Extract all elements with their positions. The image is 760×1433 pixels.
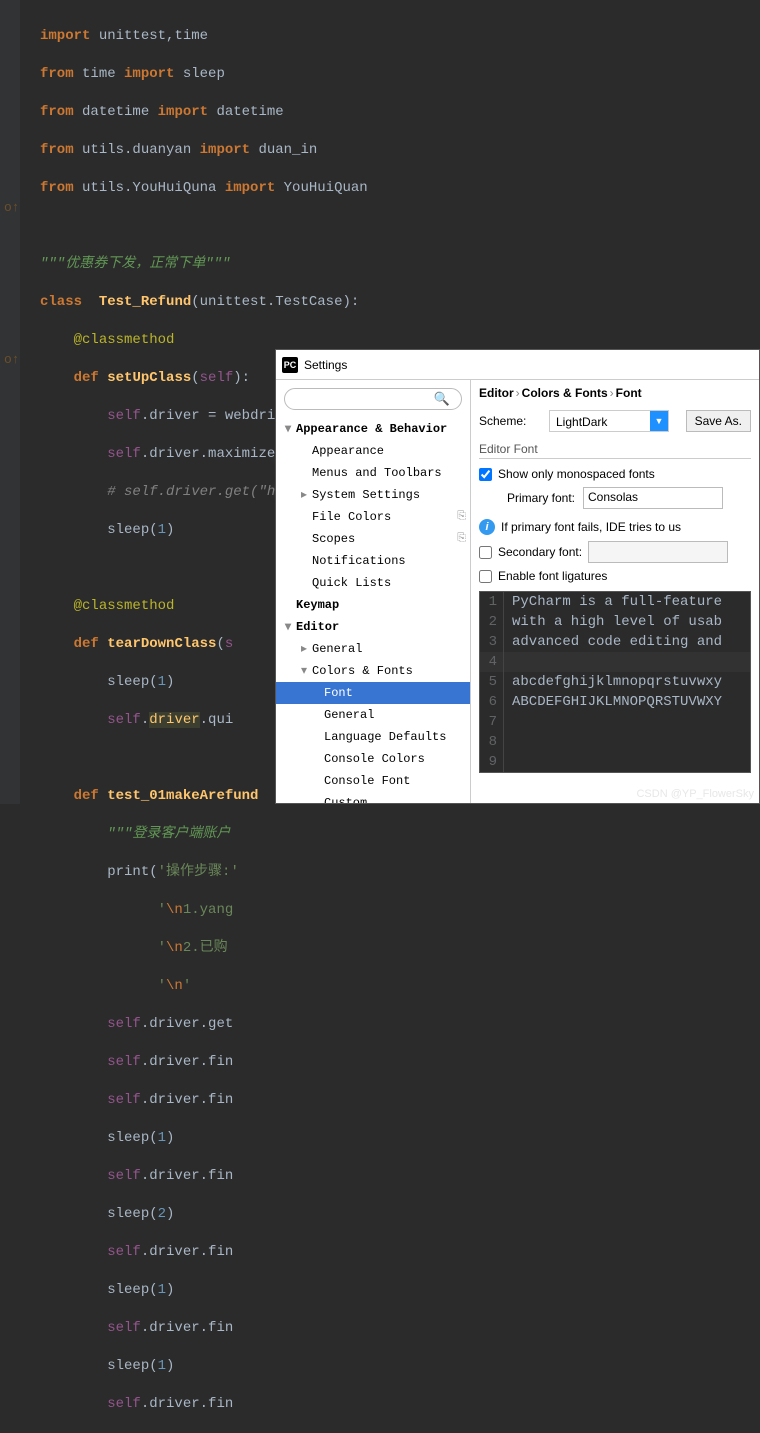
tree-item-console-colors[interactable]: Console Colors — [276, 748, 470, 770]
copy-icon: ⎘ — [457, 506, 466, 528]
preview-line — [504, 732, 512, 752]
dialog-titlebar[interactable]: PC Settings — [276, 350, 759, 380]
preview-line-number: 3 — [480, 632, 504, 652]
primary-font-field[interactable]: Consolas — [583, 487, 723, 509]
preview-line-number: 9 — [480, 752, 504, 772]
font-preview[interactable]: 1PyCharm is a full-feature2with a high l… — [479, 591, 751, 773]
chevron-icon: ▾ — [280, 418, 296, 440]
scheme-select[interactable]: LightDark▼ — [549, 410, 669, 432]
tree-item-file-colors[interactable]: File Colors⎘ — [276, 506, 470, 528]
chevron-icon: ▸ — [296, 484, 312, 506]
tree-item-custom[interactable]: Custom — [276, 792, 470, 803]
chevron-icon: ▾ — [296, 660, 312, 682]
preview-line-number: 1 — [480, 592, 504, 612]
info-icon: i — [479, 519, 495, 535]
secondary-font-field[interactable] — [588, 541, 728, 563]
tree-item-menus-and-toolbars[interactable]: Menus and Toolbars — [276, 462, 470, 484]
tree-item-appearance[interactable]: Appearance — [276, 440, 470, 462]
preview-line: ABCDEFGHIJKLMNOPQRSTUVWXY — [504, 692, 722, 712]
settings-tree: ▾Appearance & BehaviorAppearanceMenus an… — [276, 418, 470, 803]
tree-item-general[interactable]: ▸General — [276, 638, 470, 660]
preview-line — [504, 712, 512, 732]
settings-dialog: PC Settings 🔍 ▾Appearance & BehaviorAppe… — [275, 349, 760, 804]
dialog-title: Settings — [304, 358, 347, 372]
tree-item-language-defaults[interactable]: Language Defaults — [276, 726, 470, 748]
tree-item-general[interactable]: General — [276, 704, 470, 726]
ligatures-checkbox[interactable] — [479, 570, 492, 583]
primary-font-label: Primary font: — [507, 491, 575, 505]
chevron-icon: ▾ — [280, 616, 296, 638]
secondary-font-label: Secondary font: — [498, 545, 582, 559]
copy-icon: ⎘ — [457, 528, 466, 550]
preview-line: with a high level of usab — [504, 612, 722, 632]
tree-item-notifications[interactable]: Notifications — [276, 550, 470, 572]
tree-item-font[interactable]: Font — [276, 682, 470, 704]
tree-item-appearance-behavior[interactable]: ▾Appearance & Behavior — [276, 418, 470, 440]
tree-item-quick-lists[interactable]: Quick Lists — [276, 572, 470, 594]
tree-item-colors-fonts[interactable]: ▾Colors & Fonts — [276, 660, 470, 682]
search-wrapper: 🔍 — [284, 388, 462, 410]
settings-sidebar: 🔍 ▾Appearance & BehaviorAppearanceMenus … — [276, 380, 471, 803]
tree-item-keymap[interactable]: Keymap — [276, 594, 470, 616]
preview-line: abcdefghijklmnopqrstuvwxy — [504, 672, 722, 692]
preview-line-number: 7 — [480, 712, 504, 732]
preview-line — [504, 752, 512, 772]
ligatures-label: Enable font ligatures — [498, 569, 607, 583]
scheme-label: Scheme: — [479, 414, 541, 428]
editor-font-section: Editor Font — [479, 442, 751, 459]
search-icon: 🔍 — [434, 391, 450, 407]
preview-line — [504, 652, 512, 672]
info-text: If primary font fails, IDE tries to us — [501, 520, 681, 534]
secondary-font-checkbox[interactable] — [479, 546, 492, 559]
tree-item-editor[interactable]: ▾Editor — [276, 616, 470, 638]
preview-line-number: 8 — [480, 732, 504, 752]
tree-item-console-font[interactable]: Console Font — [276, 770, 470, 792]
show-mono-label: Show only monospaced fonts — [498, 467, 655, 481]
preview-line: advanced code editing and — [504, 632, 722, 652]
preview-line-number: 4 — [480, 652, 504, 672]
preview-line-number: 5 — [480, 672, 504, 692]
chevron-icon: ▸ — [296, 638, 312, 660]
chevron-down-icon: ▼ — [650, 411, 668, 431]
tree-item-scopes[interactable]: Scopes⎘ — [276, 528, 470, 550]
settings-main-panel: Editor›Colors & Fonts›Font Scheme: Light… — [471, 380, 759, 803]
breadcrumb: Editor›Colors & Fonts›Font — [479, 386, 751, 400]
watermark: CSDN @YP_FlowerSky — [636, 788, 754, 800]
tree-item-system-settings[interactable]: ▸System Settings — [276, 484, 470, 506]
preview-line-number: 2 — [480, 612, 504, 632]
save-as-button[interactable]: Save As. — [686, 410, 751, 432]
show-mono-checkbox[interactable] — [479, 468, 492, 481]
preview-line: PyCharm is a full-feature — [504, 592, 722, 612]
pycharm-icon: PC — [282, 357, 298, 373]
preview-line-number: 6 — [480, 692, 504, 712]
